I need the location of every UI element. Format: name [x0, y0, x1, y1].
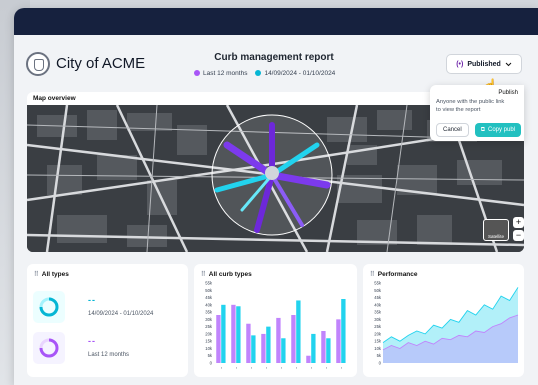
drag-handle-icon[interactable]: ⠿ — [34, 271, 39, 278]
bar — [336, 319, 341, 363]
x-tick-mark: ▪ — [236, 366, 237, 370]
zoom-in-button[interactable]: + — [513, 217, 524, 228]
bar — [311, 333, 316, 363]
y-tick-label: 20k — [205, 331, 213, 336]
map-title: Map overview — [33, 95, 76, 102]
bar — [266, 326, 271, 363]
all-curb-types-card: ⠿ All curb types 55k 50k 45k 40k 35k 30k 25k 20k… — [194, 264, 357, 377]
y-tick-label: 55k — [205, 281, 213, 286]
y-tick-label: 0 — [379, 361, 382, 366]
published-label: Published — [467, 60, 501, 68]
copy-public-link-button[interactable]: ⧉ Copy publ — [474, 123, 522, 137]
y-tick-label: 50k — [205, 288, 213, 293]
copy-icon: ⧉ — [480, 126, 485, 133]
published-button[interactable]: (•) Published — [446, 54, 522, 74]
satellite-layer-toggle[interactable]: Satellite — [483, 219, 509, 241]
city-seal-logo — [26, 52, 50, 76]
legend-label: Last 12 months — [203, 70, 248, 77]
y-tick-label: 25k — [205, 324, 213, 329]
x-tick-mark: ▪ — [281, 366, 282, 370]
bar — [236, 306, 241, 363]
bar — [216, 315, 221, 363]
y-tick-label: 10k — [374, 346, 382, 351]
city-name: City of ACME — [56, 55, 146, 72]
zoom-out-button[interactable]: − — [513, 230, 524, 241]
cancel-button[interactable]: Cancel — [436, 123, 469, 137]
stat-caption: Last 12 months — [88, 352, 130, 358]
x-tick-mark: ▪ — [221, 366, 222, 370]
popover-text-line: to view the report — [436, 106, 481, 113]
bar — [341, 299, 346, 363]
x-tick-mark: ▪ — [341, 366, 342, 370]
y-tick-label: 35k — [205, 310, 213, 315]
y-tick-label: 5k — [377, 353, 382, 358]
publish-popover: Publish Anyone with the public link to v… — [430, 85, 524, 141]
bar — [306, 355, 311, 363]
purple-ring-icon — [33, 332, 65, 364]
y-tick-label: 30k — [205, 317, 213, 322]
broadcast-icon: (•) — [456, 60, 464, 68]
stat-value: -- — [88, 336, 96, 346]
card-title: ⠿ All types — [34, 270, 69, 278]
bar — [246, 323, 251, 363]
y-tick-label: 5k — [208, 353, 213, 358]
cyan-dot-icon — [255, 70, 262, 76]
date-legend: Last 12 months 14/09/2024 - 01/10/2024 — [194, 70, 335, 77]
card-title-text: All types — [41, 271, 69, 278]
x-tick-mark: ▪ — [266, 366, 267, 370]
all-types-card: ⠿ All types -- 14/09/2024 - 01/10/2024 --… — [27, 264, 188, 377]
x-tick-mark: ▪ — [251, 366, 252, 370]
legend-label: 14/09/2024 - 01/10/2024 — [264, 70, 336, 77]
y-tick-label: 45k — [205, 295, 213, 300]
bar — [231, 304, 236, 363]
top-bar — [14, 8, 538, 35]
popover-actions: Cancel ⧉ Copy publ — [436, 123, 522, 137]
popover-description: Anyone with the public link to view the … — [436, 99, 518, 114]
app-window: City of ACME Curb management report Last… — [14, 8, 538, 385]
chevron-down-icon — [505, 62, 512, 66]
cyan-ring-icon — [33, 291, 65, 323]
bar — [291, 315, 296, 363]
y-tick-label: 35k — [374, 310, 382, 315]
y-tick-label: 25k — [374, 324, 382, 329]
popover-text-line: Anyone with the public link — [436, 99, 505, 105]
y-tick-label: 20k — [374, 331, 382, 336]
bar — [251, 335, 256, 363]
y-tick-label: 50k — [374, 288, 382, 293]
satellite-label: Satellite — [487, 234, 504, 239]
bar — [296, 300, 301, 363]
y-tick-label: 15k — [374, 339, 382, 344]
bar — [281, 338, 286, 363]
bar — [221, 304, 226, 363]
x-tick-mark: ▪ — [311, 366, 312, 370]
bar — [326, 338, 331, 363]
x-tick-mark: ▪ — [326, 366, 327, 370]
bar — [321, 331, 326, 363]
curb-types-bar-chart: 55k 50k 45k 40k 35k 30k 25k 20k 15k 10k 5k 0 ▪ ▪ ▪ ▪ ▪ ▪ ▪… — [205, 281, 346, 370]
copy-label: Copy publ — [487, 127, 516, 133]
bar — [276, 317, 281, 363]
y-tick-label: 40k — [205, 302, 213, 307]
stat-caption: 14/09/2024 - 01/10/2024 — [88, 311, 154, 317]
bar — [261, 333, 266, 363]
y-tick-label: 10k — [205, 346, 213, 351]
popover-title: Publish — [498, 90, 518, 96]
y-tick-label: 40k — [374, 302, 382, 307]
stat-value: -- — [88, 295, 96, 305]
performance-card: ⠿ Performance 55k 50k 45k 40k 35k 30k 25k 20k 15k… — [363, 264, 524, 377]
y-tick-label: 15k — [205, 339, 213, 344]
legend-item: 14/09/2024 - 01/10/2024 — [255, 70, 335, 77]
performance-area-chart: 55k 50k 45k 40k 35k 30k 25k 20k 15k 10k 5k 0 — [374, 281, 519, 366]
x-tick-mark: ▪ — [296, 366, 297, 370]
y-tick-label: 0 — [210, 361, 213, 366]
legend-item: Last 12 months — [194, 70, 247, 77]
y-tick-label: 45k — [374, 295, 382, 300]
purple-dot-icon — [194, 70, 200, 76]
y-tick-label: 55k — [374, 281, 382, 286]
y-tick-label: 30k — [374, 317, 382, 322]
report-title: Curb management report — [214, 52, 334, 63]
